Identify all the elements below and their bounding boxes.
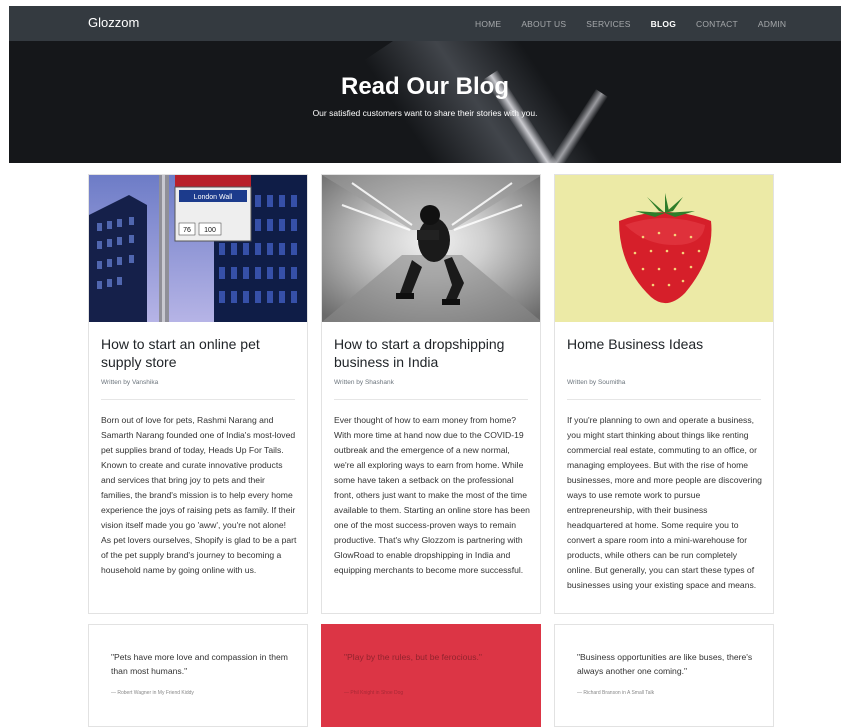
blog-card[interactable]: How to start a dropshipping business in … <box>321 174 541 614</box>
divider <box>567 399 761 400</box>
city-street-sign-image: London Wall 76 100 <box>89 175 307 322</box>
post-title[interactable]: Home Business Ideas <box>567 335 761 353</box>
post-title[interactable]: How to start an online pet supply store <box>101 335 295 371</box>
quote-citation: — Richard Branson in A Small Talk <box>577 690 655 696</box>
quote-text: "Business opportunities are like buses, … <box>577 652 753 676</box>
hero-title: Read Our Blog <box>340 73 509 100</box>
blog-card[interactable]: London Wall 76 100 How to start an onlin… <box>88 174 308 614</box>
nav-blog[interactable]: BLOG <box>651 19 676 29</box>
strawberry-image <box>555 175 773 322</box>
divider <box>334 399 528 400</box>
quote-card-highlighted: "Play by the rules, but be ferocious." —… <box>321 624 541 727</box>
blog-card[interactable]: Home Business Ideas Written by Soumitha … <box>554 174 774 614</box>
post-author: Written by Soumitha <box>567 379 626 386</box>
quote-citation: — Phil Knight in Shoe Dog <box>344 690 404 696</box>
divider <box>101 399 295 400</box>
nav-contact[interactable]: CONTACT <box>696 19 738 29</box>
hero-banner: Read Our Blog Our satisfied customers wa… <box>9 41 841 163</box>
nav-links: HOME ABOUT US SERVICES BLOG CONTACT ADMI… <box>475 6 806 41</box>
sign-number: 100 <box>204 227 216 234</box>
post-excerpt: Born out of love for pets, Rashmi Narang… <box>101 415 297 575</box>
post-author: Written by Shashank <box>334 379 394 386</box>
post-excerpt: If you're planning to own and operate a … <box>567 415 762 590</box>
nav-about-us[interactable]: ABOUT US <box>521 19 566 29</box>
post-title[interactable]: How to start a dropshipping business in … <box>334 335 528 371</box>
nav-admin[interactable]: ADMIN <box>758 19 786 29</box>
quote-card: "Business opportunities are like buses, … <box>554 624 774 727</box>
navbar: Glozzom HOME ABOUT US SERVICES BLOG CONT… <box>9 6 841 41</box>
quote-text: "Pets have more love and compassion in t… <box>111 652 288 676</box>
street-sign-text: London Wall <box>194 194 233 201</box>
hero-subtitle: Our satisfied customers want to share th… <box>312 108 538 118</box>
brand-logo[interactable]: Glozzom <box>88 15 139 30</box>
quote-citation: — Robert Wagner in My Friend Kiddy <box>111 690 194 696</box>
quote-text: "Play by the rules, but be ferocious." <box>344 652 482 662</box>
nav-home[interactable]: HOME <box>475 19 501 29</box>
nav-services[interactable]: SERVICES <box>586 19 630 29</box>
post-excerpt: Ever thought of how to earn money from h… <box>334 415 530 575</box>
tunnel-photographer-image <box>322 175 540 322</box>
quote-card: "Pets have more love and compassion in t… <box>88 624 308 727</box>
sign-number: 76 <box>183 227 191 234</box>
post-author: Written by Vanshika <box>101 379 159 386</box>
